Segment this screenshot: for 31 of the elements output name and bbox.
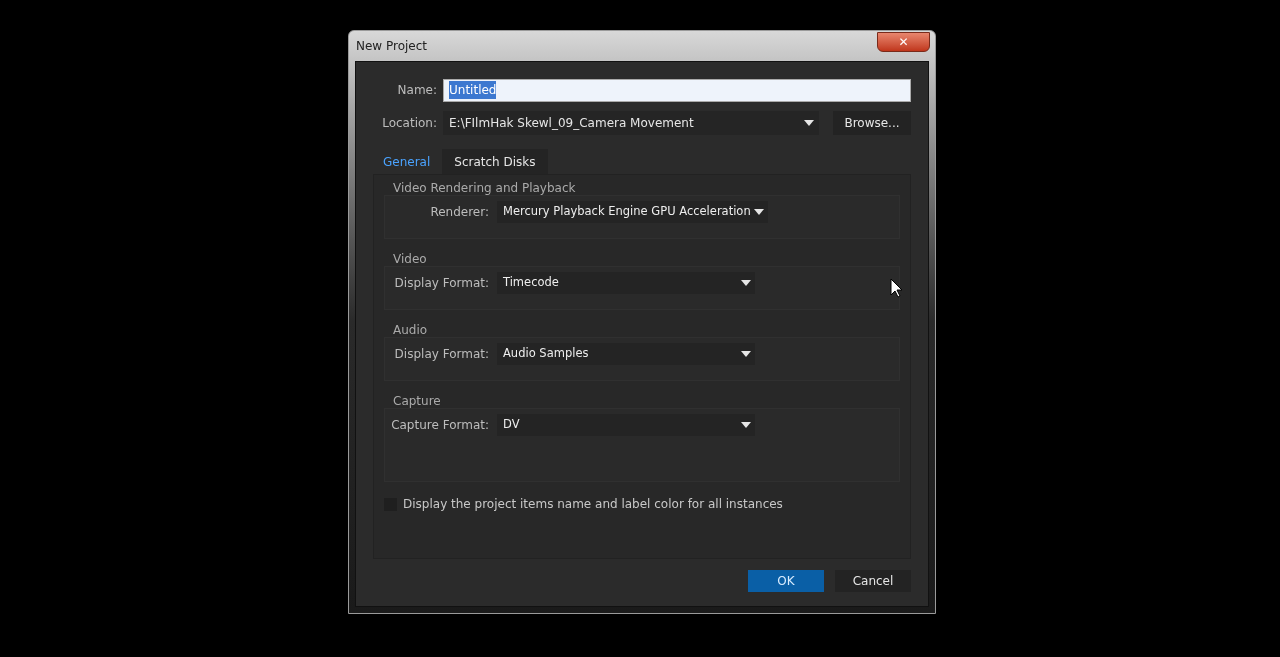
dropdown[interactable]: DV: [497, 414, 755, 436]
cancel-button[interactable]: Cancel: [835, 570, 911, 592]
dropdown-arrow-icon: [741, 351, 751, 357]
tab[interactable]: Scratch Disks: [442, 149, 548, 174]
section-title: Capture: [392, 393, 442, 408]
location-dropdown[interactable]: E:\FIlmHak Skewl_09_Camera Movement: [443, 111, 819, 135]
mouse-pointer-icon: [890, 278, 903, 298]
name-field[interactable]: Untitled: [443, 78, 911, 102]
close-button[interactable]: ✕: [877, 32, 930, 52]
dropdown-arrow-icon: [753, 209, 764, 215]
field-label: Display Format:: [393, 275, 489, 292]
section-title: Video: [392, 251, 428, 266]
field-label: Renderer:: [429, 204, 489, 221]
section-title: Audio: [392, 322, 429, 337]
dropdown[interactable]: Timecode: [497, 272, 755, 294]
browse-button[interactable]: Browse...: [833, 111, 911, 135]
dropdown-arrow-icon: [741, 280, 751, 286]
dropdown[interactable]: Mercury Playback Engine GPU Acceleration: [497, 201, 768, 223]
section-title: Video Rendering and Playback: [392, 180, 577, 195]
field-label: Capture Format:: [390, 417, 489, 434]
dropdown-arrow-icon: [804, 120, 814, 126]
tab[interactable]: General: [371, 149, 443, 174]
name-value: Untitled: [449, 81, 497, 99]
checkbox-label: Display the project items name and label color for all instances: [403, 496, 783, 513]
ok-button[interactable]: OK: [748, 570, 824, 592]
location-label: Location:: [381, 115, 437, 132]
name-label: Name:: [396, 82, 437, 99]
window-title: New Project: [355, 38, 428, 55]
dropdown[interactable]: Audio Samples: [497, 343, 755, 365]
dropdown-arrow-icon: [741, 422, 751, 428]
field-label: Display Format:: [393, 346, 489, 363]
